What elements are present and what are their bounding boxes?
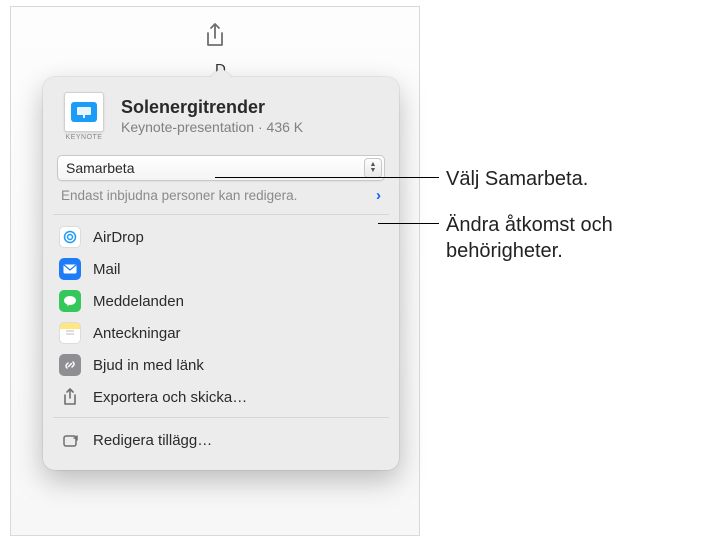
leader-line	[378, 223, 439, 224]
notes-icon	[59, 322, 81, 344]
toolbar	[11, 7, 419, 59]
share-icon	[203, 22, 227, 50]
thumbnail-label: KEYNOTE	[66, 134, 103, 141]
share-item-label: Meddelanden	[93, 293, 184, 310]
chevron-right-icon: ›	[376, 187, 381, 204]
keynote-icon	[76, 106, 92, 118]
share-item-airdrop[interactable]: AirDrop	[53, 221, 389, 253]
edit-extensions-label: Redigera tillägg…	[93, 432, 212, 449]
extensions-icon	[59, 429, 81, 451]
share-item-mail[interactable]: Mail	[53, 253, 389, 285]
share-item-label: Mail	[93, 261, 121, 278]
share-item-label: Anteckningar	[93, 325, 181, 342]
updown-icon: ▲ ▼	[364, 158, 382, 178]
share-popover: KEYNOTE Solenergitrender Keynote-present…	[43, 77, 399, 470]
document-thumbnail: KEYNOTE	[59, 91, 109, 141]
share-item-label: AirDrop	[93, 229, 144, 246]
permissions-text: Endast inbjudna personer kan redigera.	[61, 188, 297, 203]
messages-icon	[59, 290, 81, 312]
share-item-label: Exportera och skicka…	[93, 389, 247, 406]
share-item-label: Bjud in med länk	[93, 357, 204, 374]
export-icon	[59, 386, 81, 408]
share-item-messages[interactable]: Meddelanden	[53, 285, 389, 317]
window-frame: D KEYNOTE Solenergitrender Keynote-pres	[10, 6, 420, 536]
callout-permissions: Ändra åtkomst och behörigheter.	[446, 212, 696, 264]
share-item-notes[interactable]: Anteckningar	[53, 317, 389, 349]
airdrop-icon	[59, 226, 81, 248]
share-item-export[interactable]: Exportera och skicka…	[53, 381, 389, 413]
callout-collaborate: Välj Samarbeta.	[446, 166, 588, 192]
document-title: Solenergitrender	[121, 97, 383, 118]
document-meta: Keynote-presentation · 436 K	[121, 119, 383, 135]
collaborate-select-value: Samarbeta	[66, 160, 134, 176]
share-item-invite-link[interactable]: Bjud in med länk	[53, 349, 389, 381]
mail-icon	[59, 258, 81, 280]
edit-extensions-item[interactable]: Redigera tillägg…	[53, 424, 389, 456]
leader-line	[215, 177, 439, 178]
link-icon	[59, 354, 81, 376]
share-toolbar-button[interactable]	[203, 22, 227, 50]
share-list: AirDrop Mail Meddelanden Anteckningar	[43, 215, 399, 417]
permissions-row[interactable]: Endast inbjudna personer kan redigera. ›	[57, 187, 385, 204]
document-header: KEYNOTE Solenergitrender Keynote-present…	[43, 77, 399, 149]
